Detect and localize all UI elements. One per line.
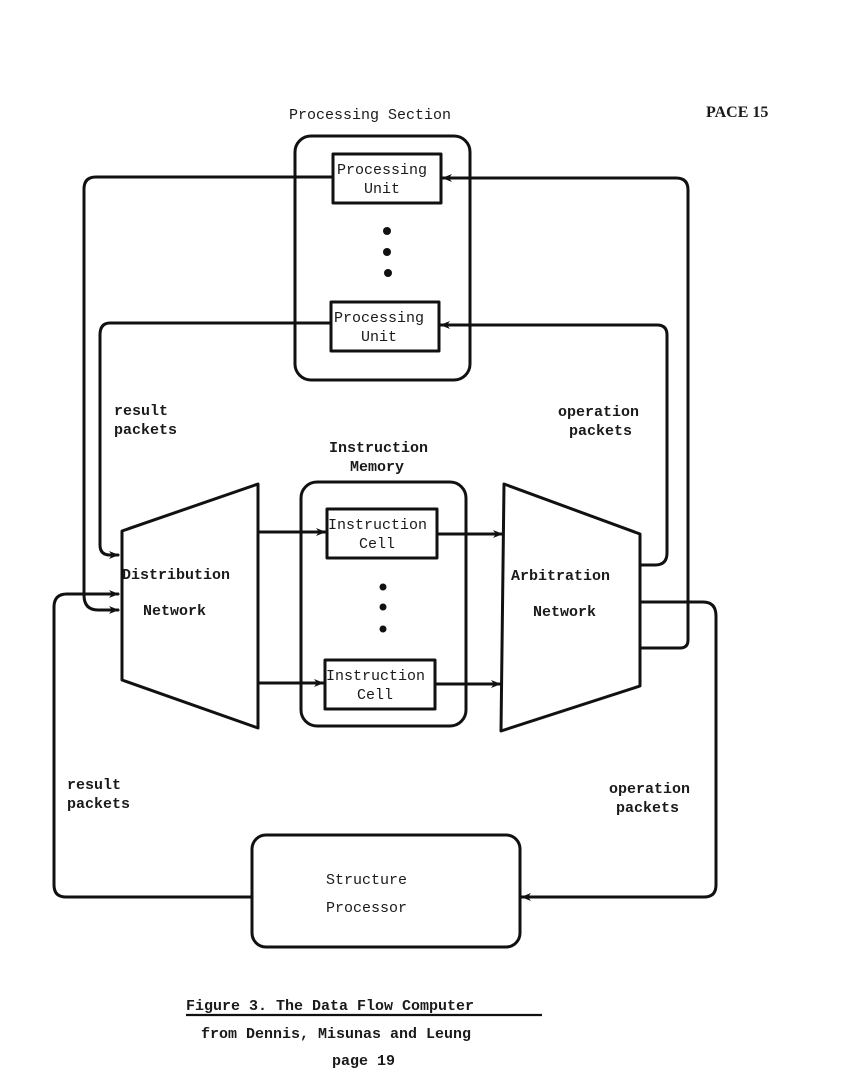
processing-unit-2-line1: Processing: [334, 310, 424, 327]
page-label: PACE 15: [706, 104, 768, 121]
processing-unit-1-line1: Processing: [337, 162, 427, 179]
ellipsis-dot: [379, 583, 387, 591]
operation-packets-upper-line1: operation: [558, 404, 639, 421]
structure-processor-line2: Processor: [326, 900, 407, 917]
ellipsis-dot: [383, 227, 391, 235]
structure-processor-line1: Structure: [326, 872, 407, 889]
instruction-cell-1-line2: Cell: [359, 536, 395, 553]
instruction-memory-title-line1: Instruction: [329, 440, 428, 457]
ellipsis-dot: [379, 603, 387, 611]
distribution-network: Distribution Network: [120, 482, 260, 730]
result-packets-upper-line2: packets: [114, 422, 177, 439]
distribution-network-line1: Distribution: [122, 567, 230, 584]
instruction-cell-1: Instruction Cell: [325, 507, 439, 560]
ellipsis-dot: [379, 625, 387, 633]
arbitration-network-line2: Network: [533, 604, 596, 621]
instruction-cell-2: Instruction Cell: [323, 658, 437, 711]
arbitration-network-line1: Arbitration: [511, 568, 610, 585]
processing-section-title: Processing Section: [289, 107, 451, 124]
operation-packets-upper-line2: packets: [569, 423, 632, 440]
data-flow-computer-diagram: PACE 15 Processing Section Processing Un…: [52, 104, 768, 1070]
result-packets-lower-line1: result: [67, 777, 121, 794]
arbitration-network: Arbitration Network: [499, 482, 642, 733]
result-packets-lower-line2: packets: [67, 796, 130, 813]
result-packets-upper-line1: result: [114, 403, 168, 420]
ellipsis-dot: [383, 248, 391, 256]
processing-unit-2-line2: Unit: [361, 329, 397, 346]
processing-unit-1: Processing Unit: [331, 152, 443, 205]
instruction-cell-2-line2: Cell: [357, 687, 393, 704]
processing-unit-2: Processing Unit: [329, 300, 441, 353]
distribution-network-line2: Network: [143, 603, 206, 620]
figure-caption-title: Figure 3. The Data Flow Computer: [186, 998, 474, 1015]
figure-caption-source: from Dennis, Misunas and Leung: [201, 1026, 471, 1043]
instruction-memory-title-line2: Memory: [350, 459, 404, 476]
operation-packets-lower-line1: operation: [609, 781, 690, 798]
instruction-cell-2-line1: Instruction: [326, 668, 425, 685]
structure-processor: Structure Processor: [250, 833, 522, 949]
instruction-cell-1-line1: Instruction: [328, 517, 427, 534]
ellipsis-dot: [384, 269, 392, 277]
figure-caption-page: page 19: [332, 1053, 395, 1070]
processing-unit-1-line2: Unit: [364, 181, 400, 198]
operation-packets-lower-line2: packets: [616, 800, 679, 817]
